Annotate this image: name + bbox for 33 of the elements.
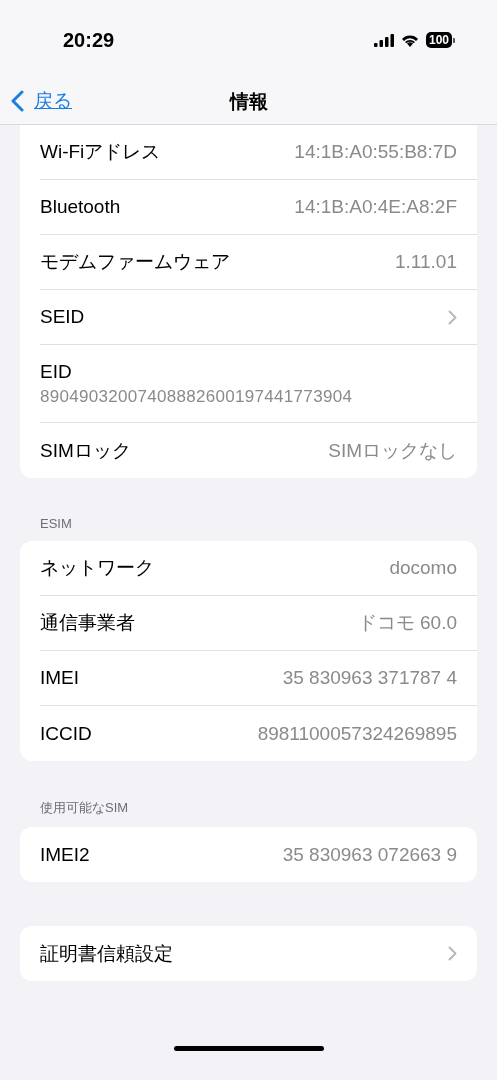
row-value: 89049032007408882600197441773904 xyxy=(40,386,353,407)
row-label[interactable]: 証明書信頼設定 xyxy=(40,940,173,967)
row-label: ネットワーク xyxy=(40,556,154,580)
row-label: モデムファームウェア xyxy=(40,250,230,274)
row-value: ドコモ 60.0 xyxy=(357,611,457,635)
row-value: 14:1B:A0:4E:A8:2F xyxy=(294,196,457,218)
chevron-left-icon xyxy=(11,90,24,112)
chevron-right-icon[interactable] xyxy=(448,309,457,325)
section-header: ESIM xyxy=(39,515,73,533)
row-value: 8981100057324269895 xyxy=(257,722,457,745)
row-value: 14:1B:A0:55:B8:7D xyxy=(294,141,457,163)
row-label: Bluetooth xyxy=(40,196,121,218)
row-label: IMEI xyxy=(40,667,80,689)
row-label: EID xyxy=(40,360,72,383)
wifi-icon xyxy=(400,33,419,47)
row-value: SIMロックなし xyxy=(328,438,457,463)
row-label: 通信事業者 xyxy=(40,611,135,635)
row-label: IMEI2 xyxy=(40,843,90,866)
row-value: 1.11.01 xyxy=(395,251,457,273)
row-label[interactable]: SEID xyxy=(40,306,85,328)
battery-level: 100 xyxy=(425,32,452,48)
status-time: 20:29 xyxy=(63,28,115,52)
row-label: Wi-Fiアドレス xyxy=(40,140,161,164)
nav-title: 情報 xyxy=(229,90,268,114)
back-button[interactable]: 戻る xyxy=(11,88,72,114)
section-header: 使用可能なSIM xyxy=(39,799,130,817)
row-value: 35 830963 371787 4 xyxy=(282,667,457,689)
row-value: 35 830963 072663 9 xyxy=(282,843,457,866)
signal-icon xyxy=(373,33,394,47)
row-label: ICCID xyxy=(40,722,92,745)
row-label: SIMロック xyxy=(40,438,131,463)
chevron-right-icon[interactable] xyxy=(448,946,457,961)
row-value: docomo xyxy=(389,557,457,579)
